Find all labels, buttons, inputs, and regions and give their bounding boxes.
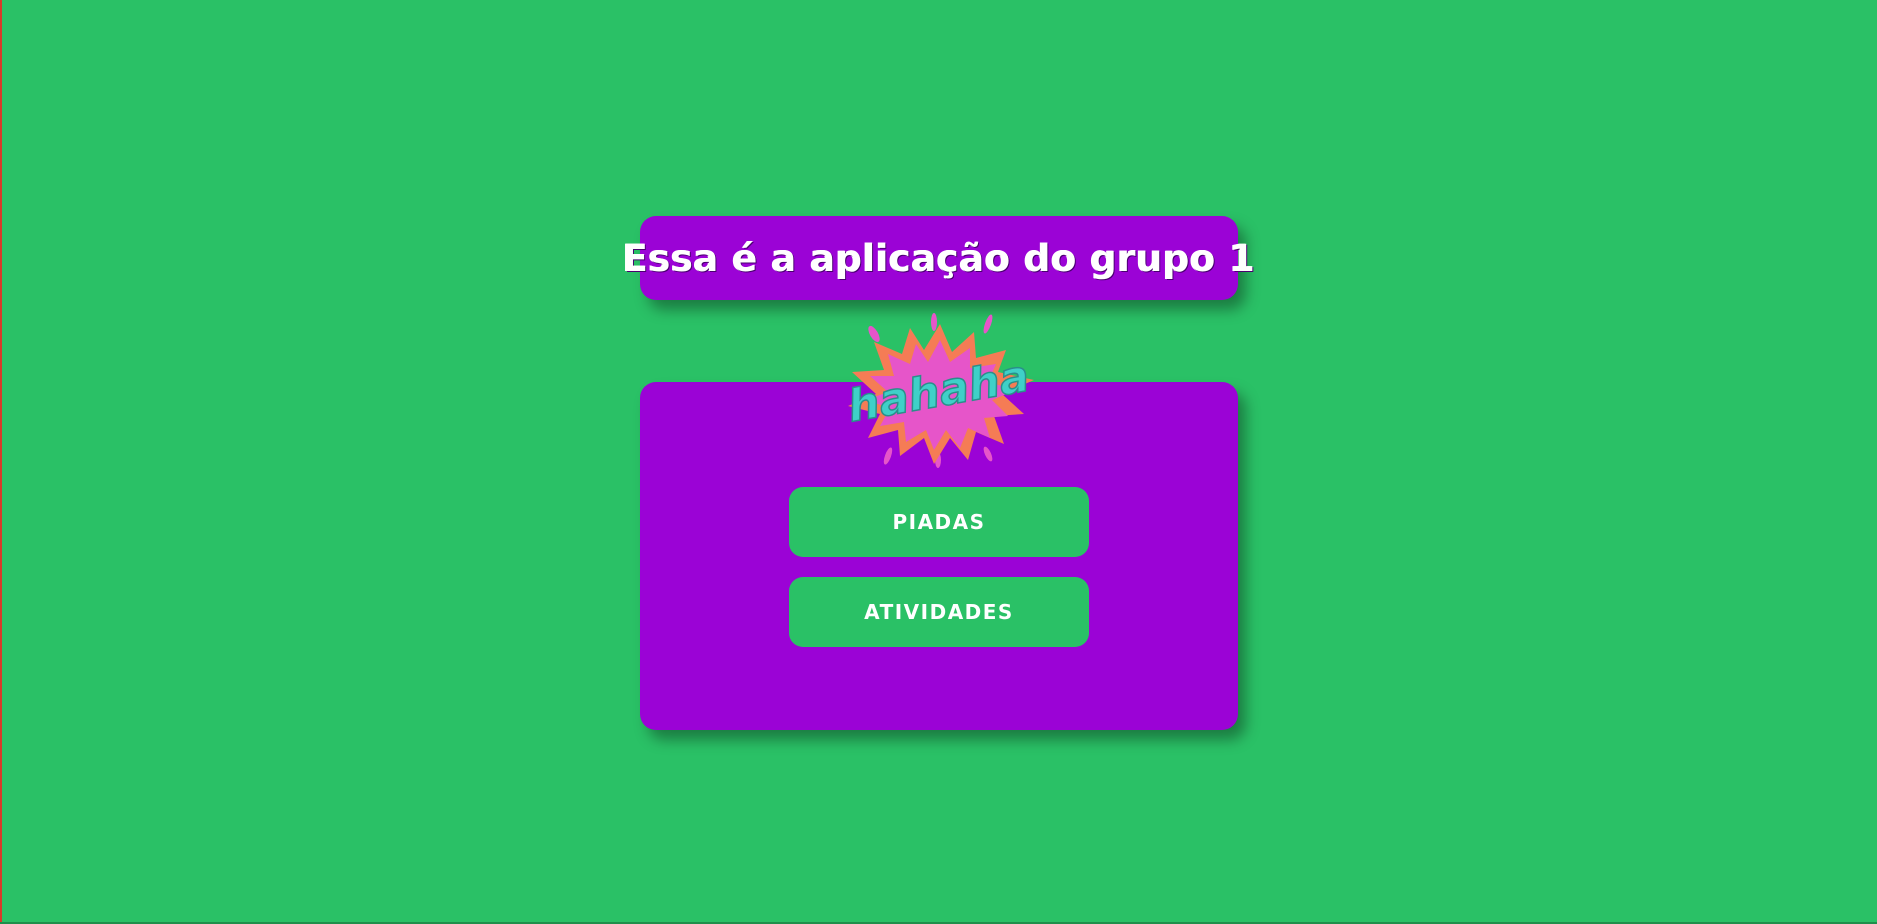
splash-drop bbox=[983, 446, 993, 462]
window-left-edge bbox=[0, 0, 2, 924]
atividades-button[interactable]: ATIVIDADES bbox=[789, 577, 1089, 647]
splash-drop bbox=[868, 325, 880, 343]
hahaha-burst-icon: hahaha bbox=[843, 313, 1034, 468]
splash-drop bbox=[931, 313, 937, 331]
title-card: Essa é a aplicação do grupo 1 bbox=[623, 216, 1255, 300]
page-title: Essa é a aplicação do grupo 1 bbox=[622, 236, 1256, 280]
splash-drop bbox=[883, 447, 893, 465]
piadas-button[interactable]: PIADAS bbox=[789, 487, 1089, 557]
splash-drop bbox=[983, 314, 993, 334]
